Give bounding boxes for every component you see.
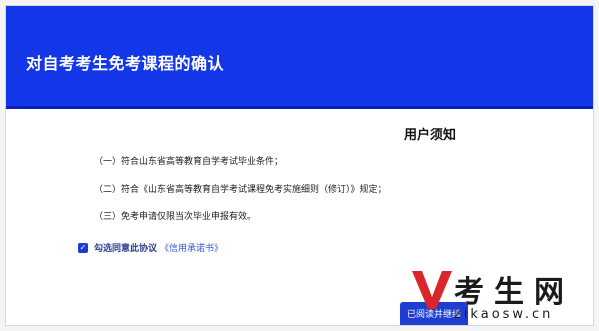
watermark: 考生网 zikaosw.cn [410,265,595,327]
page-title: 对自考考生免考课程的确认 [26,54,225,73]
agreement-row: ✓ 勾选同意此协议 《信用承诺书》 [78,241,223,254]
notice-item-3: （三）免考申请仅限当次毕业申报有效。 [94,212,257,222]
agreement-checkbox[interactable]: ✓ [78,242,88,253]
pledge-link[interactable]: 《信用承诺书》 [160,241,223,254]
agreement-label: 勾选同意此协议 [94,244,158,254]
notice-title: 用户须知 [404,128,457,143]
watermark-url: zikaosw.cn [454,307,554,322]
notice-item-1: （一）符合山东省高等教育自学考试毕业条件； [94,157,284,167]
page-header: 对自考考生免考课程的确认 [6,6,593,109]
watermark-text: 考生网 [454,275,574,310]
notice-item-2: （二）符合《山东省高等教育自学考试课程免考实施细则（修订）》规定； [94,185,387,195]
watermark-logo-icon [412,271,452,309]
